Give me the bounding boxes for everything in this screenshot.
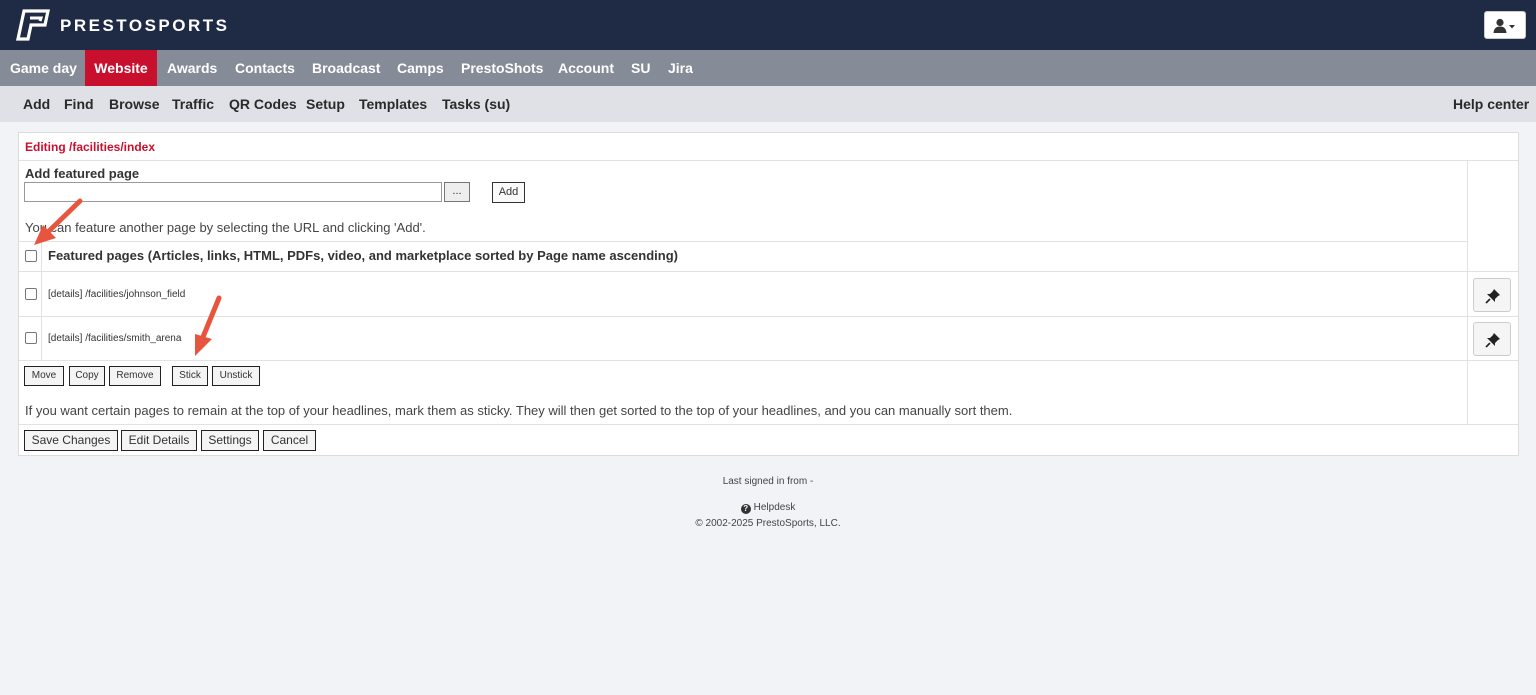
user-menu-button[interactable]: [1484, 11, 1526, 39]
sub-nav-setup[interactable]: Setup: [306, 86, 345, 122]
add-featured-button[interactable]: Add: [492, 182, 525, 203]
main-nav-su[interactable]: SU: [621, 50, 660, 86]
divider: [19, 316, 1518, 317]
helpdesk-link[interactable]: Helpdesk: [754, 502, 796, 513]
main-nav-prestoshots[interactable]: PrestoShots: [451, 50, 553, 86]
pin-icon: [1485, 289, 1500, 304]
divider: [19, 271, 1518, 272]
help-center-link[interactable]: Help center: [1453, 86, 1529, 122]
divider: [19, 360, 1518, 361]
pin-button[interactable]: [1473, 322, 1511, 356]
sticky-hint-text: If you want certain pages to remain at t…: [25, 403, 1013, 418]
annotation-arrow-stick: [195, 295, 222, 356]
cancel-button[interactable]: Cancel: [263, 430, 316, 451]
copyright-text: © 2002-2025 PrestoSports, LLC.: [695, 518, 841, 529]
save-changes-button[interactable]: Save Changes: [24, 430, 118, 451]
last-signed-text: Last signed in from -: [722, 476, 814, 487]
settings-button[interactable]: Settings: [201, 430, 259, 451]
edit-panel: Editing /facilities/index Add featured p…: [18, 132, 1519, 456]
main-nav-broadcast[interactable]: Broadcast: [302, 50, 390, 86]
browse-url-button[interactable]: ...: [444, 182, 470, 202]
helpdesk-line: ? Helpdesk: [0, 502, 1536, 514]
divider: [1467, 160, 1468, 424]
pin-icon: [1485, 333, 1500, 348]
divider: [19, 160, 1518, 161]
main-nav-camps[interactable]: Camps: [387, 50, 454, 86]
user-icon: [1493, 18, 1515, 33]
edit-details-button[interactable]: Edit Details: [121, 430, 197, 451]
main-nav-jira[interactable]: Jira: [658, 50, 703, 86]
sub-nav-templates[interactable]: Templates: [359, 86, 427, 122]
pin-button[interactable]: [1473, 278, 1511, 312]
divider: [19, 424, 1518, 425]
sub-nav-tasks[interactable]: Tasks (su): [442, 86, 510, 122]
question-circle-icon: ?: [740, 504, 751, 514]
main-nav-account[interactable]: Account: [548, 50, 624, 86]
